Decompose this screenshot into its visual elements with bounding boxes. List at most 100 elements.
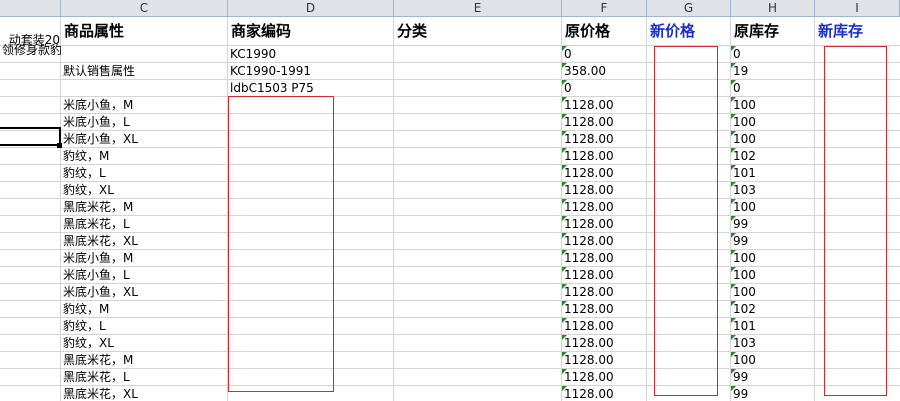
cell-c[interactable]: 黑底米花，M <box>61 352 228 369</box>
cell-f[interactable]: 1128.00 <box>562 284 647 301</box>
cell-f[interactable]: 1128.00 <box>562 148 647 165</box>
cell-f[interactable]: 1128.00 <box>562 233 647 250</box>
cell-h[interactable]: 100 <box>731 131 815 148</box>
cell-c[interactable]: 黑底米花，XL <box>61 233 228 250</box>
number-as-text-indicator <box>562 335 567 340</box>
cell-c[interactable]: 米底小鱼，M <box>61 97 228 114</box>
cell-h[interactable]: 100 <box>731 284 815 301</box>
cell-f[interactable]: 1128.00 <box>562 131 647 148</box>
cell-f[interactable]: 1128.00 <box>562 114 647 131</box>
cell-h[interactable]: 102 <box>731 301 815 318</box>
cell-h[interactable]: 0 <box>731 80 815 97</box>
number-as-text-indicator <box>562 148 567 153</box>
cell-d[interactable]: KC1990 <box>228 46 394 63</box>
column-header-h[interactable]: H <box>731 0 815 17</box>
cell-h[interactable]: 99 <box>731 369 815 386</box>
number-as-text-indicator <box>562 165 567 170</box>
cell-h[interactable]: 101 <box>731 318 815 335</box>
cell-h[interactable]: 99 <box>731 386 815 401</box>
cell-h[interactable]: 99 <box>731 233 815 250</box>
number-as-text-indicator <box>562 182 567 187</box>
cell-f[interactable]: 1128.00 <box>562 318 647 335</box>
cell-f[interactable]: 1128.00 <box>562 165 647 182</box>
column-header-e[interactable]: E <box>394 0 562 17</box>
column-a-cell[interactable]: 领修身款豹 <box>0 42 61 59</box>
number-as-text-indicator <box>562 131 567 136</box>
cell-f[interactable]: 1128.00 <box>562 335 647 352</box>
cell-f[interactable]: 0 <box>562 46 647 63</box>
cell-f[interactable]: 1128.00 <box>562 182 647 199</box>
number-as-text-indicator <box>562 250 567 255</box>
cell-c[interactable]: 米底小鱼，L <box>61 267 228 284</box>
header-cell-h[interactable]: 原库存 <box>731 17 779 46</box>
cell-c[interactable]: 黑底米花，XL <box>61 386 228 401</box>
number-as-text-indicator <box>562 233 567 238</box>
number-as-text-indicator <box>731 182 736 187</box>
cell-h[interactable]: 101 <box>731 165 815 182</box>
cell-d[interactable]: ldbC1503 P75 <box>228 80 394 97</box>
cell-h[interactable]: 103 <box>731 182 815 199</box>
cell-h[interactable]: 100 <box>731 114 815 131</box>
column-header-left-stub[interactable] <box>0 0 61 17</box>
cell-c[interactable]: 黑底米花，L <box>61 216 228 233</box>
spreadsheet-grid[interactable]: CDEFGHI 商品属性 商家编码 分类 原价格 新价格 原库存 新库存 动套装20 领修身款… <box>0 0 900 401</box>
cell-c[interactable]: 黑底米花，L <box>61 369 228 386</box>
number-as-text-indicator <box>731 148 736 153</box>
fill-handle[interactable] <box>57 143 62 148</box>
cell-f[interactable]: 1128.00 <box>562 267 647 284</box>
active-cell-border[interactable] <box>0 127 61 146</box>
cell-h[interactable]: 100 <box>731 352 815 369</box>
header-cell-f[interactable]: 原价格 <box>562 17 610 46</box>
header-cell-g[interactable]: 新价格 <box>647 17 695 46</box>
highlight-box-merchant-code <box>228 96 334 392</box>
cell-c[interactable]: 米底小鱼，M <box>61 250 228 267</box>
column-header-g[interactable]: G <box>647 0 731 17</box>
cell-f[interactable]: 1128.00 <box>562 250 647 267</box>
cell-f[interactable]: 1128.00 <box>562 386 647 401</box>
cell-c[interactable]: 米底小鱼，L <box>61 114 228 131</box>
cell-h[interactable]: 100 <box>731 267 815 284</box>
number-as-text-indicator <box>731 335 736 340</box>
cell-h[interactable]: 100 <box>731 199 815 216</box>
cell-c[interactable]: 豹纹，XL <box>61 182 228 199</box>
cell-f[interactable]: 1128.00 <box>562 301 647 318</box>
cell-c[interactable]: 黑底米花，M <box>61 199 228 216</box>
cell-h[interactable]: 100 <box>731 250 815 267</box>
cell-h[interactable]: 19 <box>731 63 815 80</box>
cell-h[interactable]: 102 <box>731 148 815 165</box>
cell-c[interactable]: 豹纹，XL <box>61 335 228 352</box>
cell-c[interactable]: 豹纹，M <box>61 148 228 165</box>
header-cell-i[interactable]: 新库存 <box>815 17 863 46</box>
header-cell-e[interactable]: 分类 <box>394 17 427 46</box>
cell-h[interactable]: 0 <box>731 46 815 63</box>
cell-c[interactable]: 豹纹，L <box>61 165 228 182</box>
cell-c[interactable]: 默认销售属性 <box>61 63 228 80</box>
column-header-d[interactable]: D <box>228 0 394 17</box>
cell-f[interactable]: 1128.00 <box>562 216 647 233</box>
cell-f[interactable]: 1128.00 <box>562 369 647 386</box>
column-header-i[interactable]: I <box>815 0 900 17</box>
cell-f[interactable]: 1128.00 <box>562 97 647 114</box>
number-as-text-indicator <box>562 97 567 102</box>
header-cell-c[interactable]: 商品属性 <box>61 17 124 46</box>
number-as-text-indicator <box>731 97 736 102</box>
number-as-text-indicator <box>731 80 736 85</box>
header-cell-d[interactable]: 商家编码 <box>228 17 291 46</box>
cell-f[interactable]: 358.00 <box>562 63 647 80</box>
cell-h[interactable]: 99 <box>731 216 815 233</box>
cell-c[interactable]: 米底小鱼，XL <box>61 131 228 148</box>
number-as-text-indicator <box>731 165 736 170</box>
cell-c[interactable]: 豹纹，M <box>61 301 228 318</box>
number-as-text-indicator <box>731 250 736 255</box>
cell-f[interactable]: 0 <box>562 80 647 97</box>
cell-f[interactable]: 1128.00 <box>562 352 647 369</box>
cell-c[interactable]: 豹纹，L <box>61 318 228 335</box>
cell-h[interactable]: 100 <box>731 97 815 114</box>
cell-c[interactable]: 米底小鱼，XL <box>61 284 228 301</box>
column-header-f[interactable]: F <box>562 0 647 17</box>
cell-d[interactable]: KC1990-1991 <box>228 63 394 80</box>
column-header-c[interactable]: C <box>61 0 228 17</box>
cell-h[interactable]: 103 <box>731 335 815 352</box>
cell-f[interactable]: 1128.00 <box>562 199 647 216</box>
number-as-text-indicator <box>562 80 567 85</box>
